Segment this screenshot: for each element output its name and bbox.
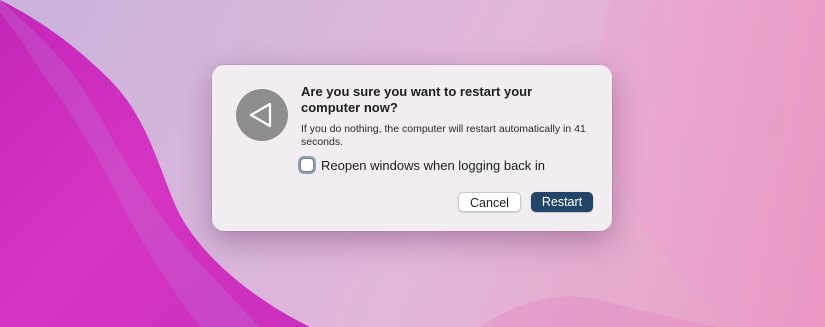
dialog-message: If you do nothing, the computer will res… <box>301 123 586 148</box>
desktop-wallpaper: Are you sure you want to restart your co… <box>0 0 825 327</box>
cancel-button[interactable]: Cancel <box>458 192 521 212</box>
reopen-windows-checkbox[interactable] <box>300 158 314 172</box>
restart-dialog: Are you sure you want to restart your co… <box>212 65 612 231</box>
reopen-windows-label[interactable]: Reopen windows when logging back in <box>321 158 545 173</box>
dialog-title: Are you sure you want to restart your co… <box>301 84 533 115</box>
reopen-windows-option[interactable]: Reopen windows when logging back in <box>298 156 545 174</box>
restart-button[interactable]: Restart <box>531 192 593 212</box>
restart-triangle-icon <box>236 89 288 141</box>
